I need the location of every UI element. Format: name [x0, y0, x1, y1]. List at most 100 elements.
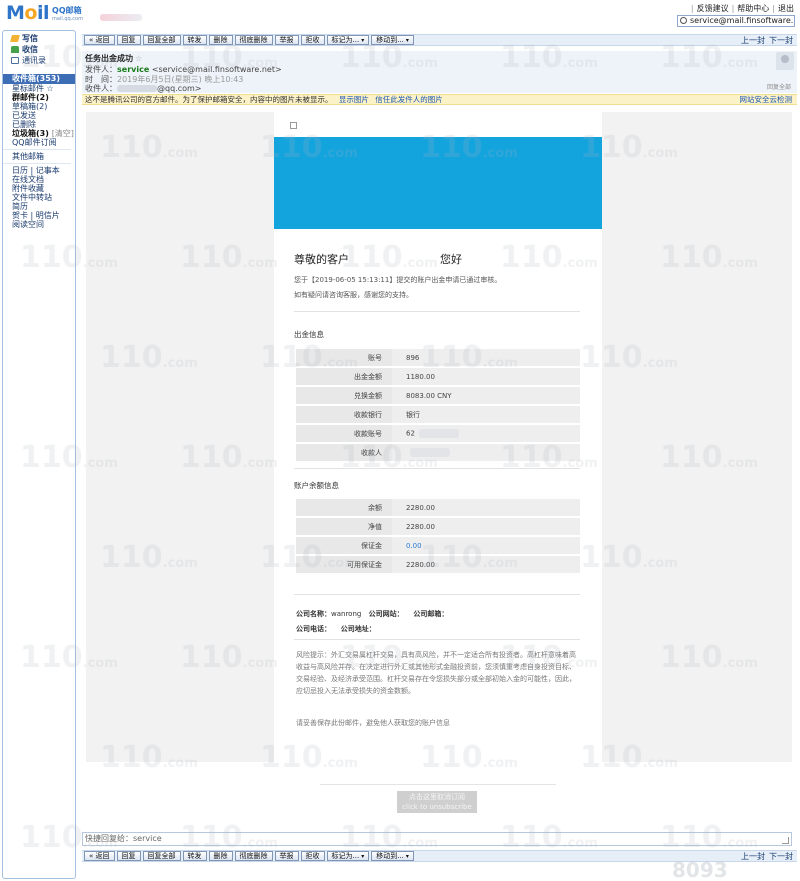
toolbar-button[interactable]: 拒收 [300, 35, 325, 45]
row-value-text: 8083.00 CNY [406, 391, 452, 400]
logo-url: mail.qq.com [52, 16, 83, 22]
search-icon [680, 17, 687, 24]
toolbar-button[interactable]: 回复 [116, 35, 141, 45]
row-value: 银行 [392, 406, 580, 423]
row-value-text: 2280.00 [406, 522, 435, 531]
resize-handle-icon[interactable] [782, 837, 789, 844]
logo-cn: QQ邮箱 [52, 6, 82, 15]
sender-avatar[interactable] [776, 52, 794, 70]
receive-mail-button[interactable]: 收信 [11, 44, 75, 55]
toolbar-button[interactable]: 回复 [116, 851, 141, 861]
row-label: 净值 [296, 518, 392, 535]
row-value-text: 2280.00 [406, 503, 435, 512]
sidebar-item-tool[interactable]: 简历 [12, 202, 75, 211]
toolbar-button[interactable]: 移动到... [371, 851, 414, 861]
sidebar-item-folder[interactable]: 草稿箱(2) [12, 102, 75, 111]
trust-sender-link[interactable]: 信任此发件人的图片 [375, 95, 443, 104]
sidebar-item-trash[interactable]: 垃圾箱(3) [清空] [12, 129, 75, 138]
withdraw-section-title: 出金信息 [294, 330, 324, 339]
show-images-link[interactable]: 显示图片 [339, 95, 369, 104]
security-tip: 请妥善保存此份邮件，避免他人获取您的账户信息 [296, 719, 450, 727]
toolbar-button[interactable]: 拒收 [300, 851, 325, 861]
support-text: 如有疑问请咨询客服，感谢您的支持。 [294, 291, 413, 299]
toolbar-button[interactable]: « 返回 [84, 35, 115, 45]
row-value: 2280.00 [392, 499, 580, 516]
table-row: 收款银行 银行 [296, 406, 580, 423]
toolbar-button[interactable]: 标记为... [326, 851, 370, 861]
table-row: 账号 896 [296, 349, 580, 366]
toolbar-button[interactable]: 举报 [274, 851, 299, 861]
table-row: 余额 2280.00 [296, 499, 580, 516]
inbox-icon [11, 46, 19, 53]
sidebar-item-folder[interactable]: 星标邮件 ☆ [12, 84, 75, 93]
row-value: 2280.00 [392, 518, 580, 535]
sidebar-item-folder[interactable]: 已删除 [12, 120, 75, 129]
blurred-recipient [117, 85, 157, 92]
table-row: 保证金 0.00 [296, 537, 580, 554]
sidebar-item-inbox[interactable]: 收件箱(353) [3, 74, 75, 84]
sender-name[interactable]: service [117, 65, 149, 74]
row-label: 保证金 [296, 537, 392, 554]
table-row: 可用保证金 2280.00 [296, 556, 580, 573]
sidebar-item-other-mail[interactable]: 其他邮箱 [12, 152, 75, 161]
mail-header: 任务出金成功 ☆ 发件人：service <service@mail.finsof… [82, 51, 797, 93]
sidebar-item-folder[interactable]: 已发送 [12, 111, 75, 120]
image-warning-bar: 这不是腾讯公司的官方邮件。为了保护邮箱安全，内容中的图片未被显示。 显示图片 信… [82, 94, 797, 105]
toolbar-button[interactable]: 删除 [208, 35, 233, 45]
feedback-link[interactable]: 反馈建议 [697, 3, 729, 14]
prev-mail-link-bottom[interactable]: 上一封 [741, 851, 765, 862]
toolbar-button[interactable]: 彻底删除 [234, 35, 273, 45]
search-input[interactable]: service@mail.finsoftware.n [677, 15, 795, 27]
company-row-1: 公司名称：wanrong 公司网站： 公司邮箱： [296, 610, 449, 618]
sidebar-item-tool[interactable]: 文件中转站 [12, 193, 75, 202]
toolbar-button[interactable]: 举报 [274, 35, 299, 45]
sidebar-item-tool[interactable]: 阅读空间 [12, 220, 75, 229]
prev-mail-link[interactable]: 上一封 [741, 35, 765, 46]
sidebar-item-subscriptions[interactable]: QQ邮件订阅 [12, 138, 75, 147]
row-value-text: 1180.00 [406, 372, 435, 381]
toolbar-button[interactable]: 回复全部 [142, 35, 181, 45]
sidebar-item-folder[interactable]: 群邮件(2) [12, 93, 75, 102]
toolbar-button[interactable]: 转发 [182, 851, 207, 861]
quick-reply-input[interactable]: 快捷回复给：service [82, 832, 792, 846]
row-value: 8083.00 CNY [392, 387, 580, 404]
sidebar-item-tool[interactable]: 在线文档 [12, 175, 75, 184]
write-mail-button[interactable]: 写信 [10, 33, 75, 44]
toolbar-button[interactable]: 彻底删除 [234, 851, 273, 861]
star-icon[interactable]: ☆ [135, 54, 142, 63]
sender-address: <service@mail.finsoftware.net> [151, 65, 282, 74]
row-value [392, 444, 580, 461]
table-row: 兑换金额 8083.00 CNY [296, 387, 580, 404]
security-scan-link[interactable]: 网站安全云检测 [740, 95, 793, 105]
sidebar: 写信 收信 通讯录 收件箱(353) 星标邮件 ☆ 群邮件(2) 草稿箱(2) 已发送… [2, 30, 76, 879]
row-value: 62 [392, 425, 580, 442]
next-mail-link[interactable]: 下一封 [769, 35, 793, 46]
contacts-button[interactable]: 通讯录 [11, 55, 75, 66]
recipient-address: @qq.com> [157, 84, 202, 93]
toolbar-button[interactable]: 回复全部 [142, 851, 181, 861]
help-link[interactable]: 帮助中心 [737, 3, 769, 14]
qq-mail-logo[interactable]: Moil QQ邮箱 mail.qq.com [6, 4, 83, 23]
sidebar-item-tool[interactable]: 贺卡 | 明信片 [12, 211, 75, 220]
greeting: 尊敬的客户 [294, 253, 349, 266]
logout-link[interactable]: 退出 [778, 3, 794, 14]
toolbar-button[interactable]: 标记为... [326, 35, 370, 45]
sidebar-item-tool[interactable]: 附件收藏 [12, 184, 75, 193]
row-label: 余额 [296, 499, 392, 516]
sidebar-item-tool[interactable]: 日历 | 记事本 [12, 166, 75, 175]
next-mail-link-bottom[interactable]: 下一封 [769, 851, 793, 862]
toolbar-button[interactable]: 删除 [208, 851, 233, 861]
row-label: 收款银行 [296, 406, 392, 423]
corner-watermark: 8093 [672, 858, 728, 881]
clear-trash-link[interactable]: [清空] [52, 129, 74, 138]
mail-subject: 任务出金成功 ☆ [85, 54, 143, 63]
unsubscribe-button[interactable]: 点击这里取消订阅 click to unsubscribe [397, 791, 477, 813]
blurred-username [100, 14, 142, 21]
mail-body: 尊敬的客户 您好 您于【2019-06-05 15:13:11】提交的账户出金申… [86, 112, 792, 762]
reply-all-link[interactable]: 回复全部 [767, 82, 791, 91]
toolbar-button[interactable]: 转发 [182, 35, 207, 45]
toolbar-button[interactable]: 移动到... [371, 35, 414, 45]
logo-wordmark: Moil [6, 2, 50, 24]
toolbar-button[interactable]: « 返回 [84, 851, 115, 861]
row-label: 可用保证金 [296, 556, 392, 573]
